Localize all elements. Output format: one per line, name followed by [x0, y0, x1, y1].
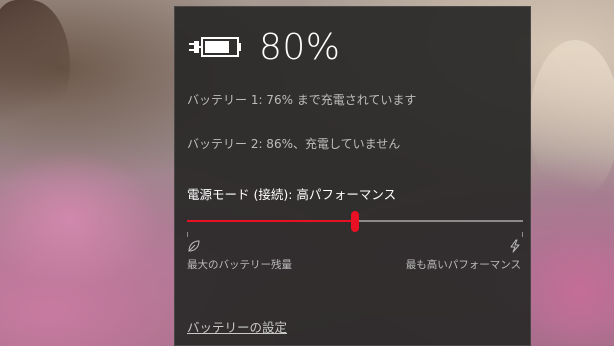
slider-min-label: 最大のバッテリー残量: [187, 259, 292, 271]
wallpaper-flowers-left: [0, 150, 160, 290]
desktop-wallpaper: 80% バッテリー 1: 76% まで充電されています バッテリー 2: 86%…: [0, 0, 614, 346]
lightning-icon: [508, 238, 522, 253]
battery-header: 80%: [187, 26, 341, 68]
battery-plugged-icon: [187, 32, 245, 62]
battery-2-status: バッテリー 2: 86%、充電していません: [187, 137, 401, 151]
power-mode-label: 電源モード (接続): 高パフォーマンス: [187, 187, 397, 202]
wallpaper-tree-right: [530, 40, 614, 200]
slider-thumb[interactable]: [351, 211, 359, 232]
slider-fill: [187, 220, 355, 222]
wallpaper-tree-left: [0, 0, 70, 130]
wallpaper-flowers-right: [525, 230, 614, 346]
power-mode-slider[interactable]: [187, 211, 523, 232]
slider-tick-min: [187, 232, 188, 237]
battery-flyout: 80% バッテリー 1: 76% まで充電されています バッテリー 2: 86%…: [174, 6, 531, 346]
slider-max-label: 最も高いパフォーマンス: [405, 259, 521, 271]
battery-percentage: 80%: [259, 26, 341, 68]
battery-1-status: バッテリー 1: 76% まで充電されています: [187, 93, 417, 107]
battery-settings-link[interactable]: バッテリーの設定: [187, 317, 287, 336]
leaf-icon: [187, 238, 201, 252]
slider-tick-max: [522, 232, 523, 237]
